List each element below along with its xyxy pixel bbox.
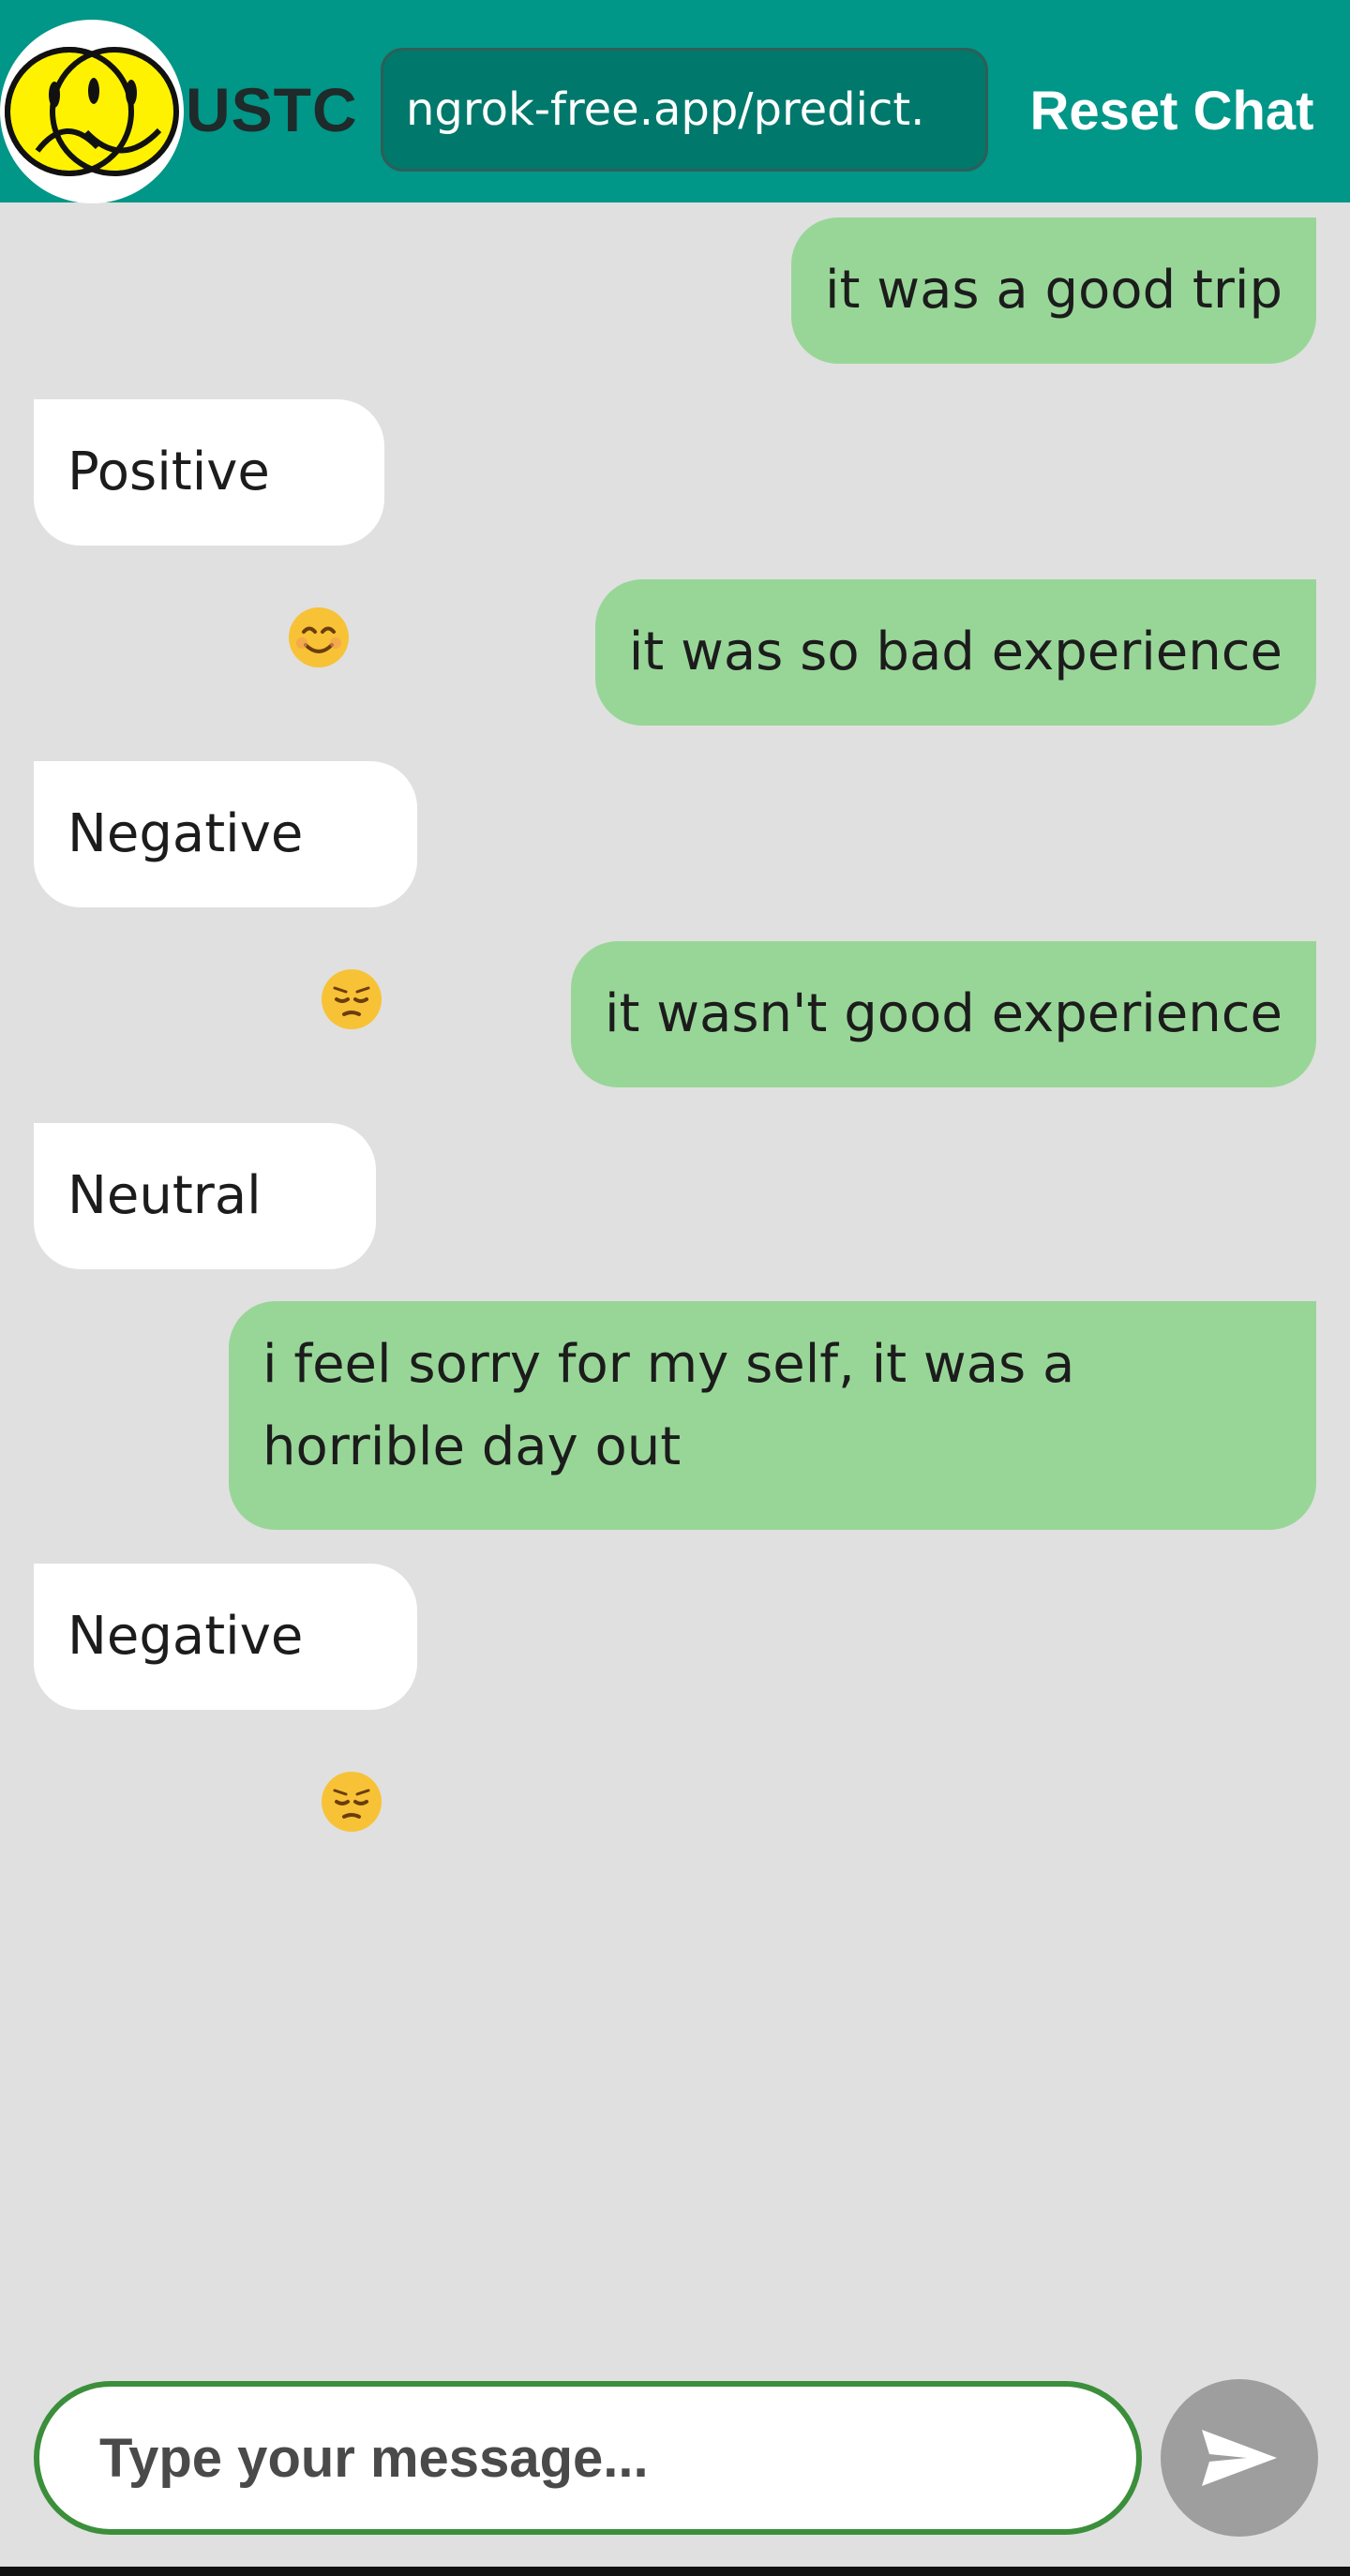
bot-message: Negative	[34, 761, 418, 1029]
endpoint-url-field[interactable]: .ngrok-free.app/predict	[381, 48, 988, 172]
app-title: USTC	[186, 75, 358, 144]
bot-message: Positive	[34, 399, 384, 667]
user-message: it wasn't good experience	[570, 941, 1316, 1087]
message-input[interactable]	[34, 2381, 1142, 2535]
system-nav-bar	[0, 2567, 1350, 2576]
neutral-face-icon	[278, 1164, 342, 1391]
sentiment-label: Negative	[68, 803, 304, 864]
sentiment-label: Negative	[68, 1606, 304, 1667]
pensive-face-icon	[320, 1605, 383, 1832]
sentiment-label: Positive	[68, 442, 270, 502]
message-composer	[0, 2377, 1350, 2565]
reset-chat-button[interactable]: Reset Chat	[1012, 60, 1331, 163]
smiling-face-icon	[287, 441, 351, 667]
send-button[interactable]	[1161, 2379, 1318, 2537]
bot-message: Negative	[34, 1564, 418, 1832]
bot-message: Neutral	[34, 1123, 376, 1391]
user-message: it was a good trip	[790, 217, 1316, 364]
user-message: i feel sorry for my self, it was a horri…	[229, 1301, 1316, 1530]
user-message: it was so bad experience	[594, 579, 1316, 726]
pensive-face-icon	[320, 802, 383, 1029]
endpoint-url-value[interactable]: .ngrok-free.app/predict	[406, 83, 924, 136]
sentiment-label: Neutral	[68, 1165, 262, 1226]
logo-icon	[0, 20, 184, 203]
app-header: USTC .ngrok-free.app/predict Reset Chat	[0, 0, 1350, 203]
